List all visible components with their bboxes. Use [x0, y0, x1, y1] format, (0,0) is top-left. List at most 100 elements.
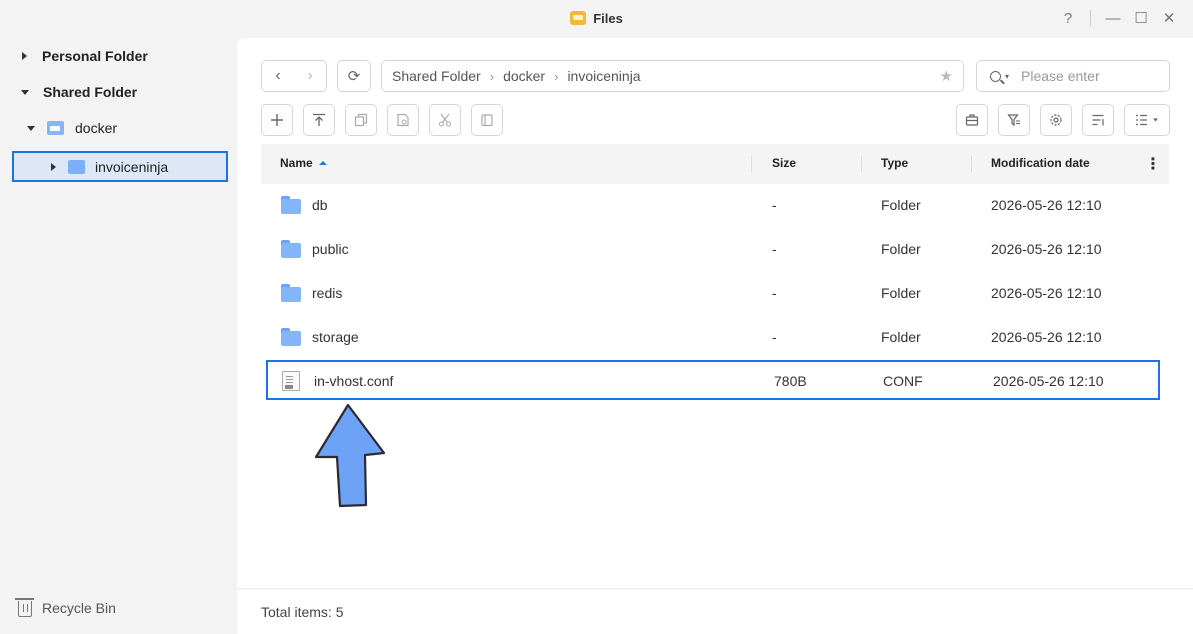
sidebar-item-docker[interactable]: docker	[27, 113, 117, 143]
column-header-name[interactable]: Name	[280, 156, 327, 170]
sort-button[interactable]	[1082, 104, 1114, 136]
breadcrumb-item[interactable]: docker	[503, 68, 545, 84]
sort-ascending-icon	[318, 161, 327, 165]
column-divider[interactable]	[861, 156, 862, 172]
column-header-size[interactable]: Size	[772, 156, 796, 170]
briefcase-icon	[965, 114, 979, 126]
file-size: -	[772, 285, 777, 301]
cut-button[interactable]	[429, 104, 461, 136]
settings-button[interactable]	[1040, 104, 1072, 136]
file-type: Folder	[881, 285, 921, 301]
file-date: 2026-05-26 12:10	[991, 285, 1102, 301]
sidebar-item-label: Personal Folder	[42, 48, 148, 64]
search-icon[interactable]	[990, 70, 1001, 82]
file-date: 2026-05-26 12:10	[993, 373, 1104, 389]
caret-down-icon[interactable]	[21, 89, 29, 95]
copy-button[interactable]	[345, 104, 377, 136]
window-title: Files	[593, 10, 623, 26]
table-row[interactable]: redis - Folder 2026-05-26 12:10	[261, 272, 1169, 316]
refresh-icon: ⟳	[347, 68, 361, 85]
table-row-selected[interactable]: in-vhost.conf 780B CONF 2026-05-26 12:10	[266, 360, 1160, 400]
paste-icon	[481, 114, 493, 127]
window-controls: ? — ☐ ✕	[1056, 8, 1181, 28]
main-panel: ‹ › ⟳ Shared Folder › docker › invoiceni…	[237, 38, 1193, 634]
search-box[interactable]: ▾	[976, 60, 1170, 92]
column-header-type[interactable]: Type	[881, 156, 908, 170]
file-date: 2026-05-26 12:10	[991, 329, 1102, 345]
title-bar: Files ? — ☐ ✕	[0, 0, 1193, 36]
breadcrumb-item[interactable]: invoiceninja	[567, 68, 640, 84]
sidebar-item-label: invoiceninja	[95, 158, 169, 175]
folder-icon	[281, 196, 301, 214]
sort-icon	[1092, 114, 1104, 126]
trash-icon	[15, 598, 34, 617]
arrow-up-icon	[314, 403, 386, 508]
gear-icon	[1050, 114, 1062, 126]
forward-button[interactable]: ›	[294, 67, 326, 85]
column-divider[interactable]	[971, 156, 972, 172]
more-options-icon[interactable]: ⋮	[1145, 154, 1161, 174]
conf-file-icon	[282, 371, 300, 391]
file-name: storage	[312, 329, 359, 345]
docker-folder-icon	[47, 121, 64, 135]
help-icon[interactable]: ?	[1056, 8, 1080, 28]
status-bar: Total items: 5	[237, 588, 1193, 634]
refresh-button[interactable]: ⟳	[337, 60, 371, 92]
caret-right-icon[interactable]	[51, 162, 56, 171]
sidebar-item-shared-folder[interactable]: Shared Folder	[21, 77, 137, 107]
file-type: Folder	[881, 197, 921, 213]
chevron-right-icon: ›	[554, 68, 559, 84]
tools-button[interactable]	[956, 104, 988, 136]
sidebar-item-personal-folder[interactable]: Personal Folder	[22, 41, 148, 71]
back-button[interactable]: ‹	[262, 67, 294, 85]
breadcrumb-item[interactable]: Shared Folder	[392, 68, 481, 84]
file-size: 780B	[774, 373, 807, 389]
dropdown-arrow-icon[interactable]: ▾	[1005, 72, 1009, 81]
file-type: Folder	[881, 329, 921, 345]
divider	[1090, 10, 1091, 26]
sidebar-item-label: docker	[75, 120, 118, 136]
paste-button[interactable]	[471, 104, 503, 136]
copy-icon	[354, 113, 368, 127]
folder-icon	[68, 159, 85, 174]
list-view-icon	[1136, 114, 1158, 126]
close-icon[interactable]: ✕	[1157, 8, 1181, 28]
column-header-modification-date[interactable]: Modification date	[991, 156, 1090, 170]
table-row[interactable]: public - Folder 2026-05-26 12:10	[261, 228, 1169, 272]
upload-icon	[313, 113, 325, 126]
address-bar[interactable]: Shared Folder › docker › invoiceninja ★	[381, 60, 964, 92]
star-icon[interactable]: ★	[940, 67, 953, 85]
plus-icon	[271, 114, 283, 126]
maximize-icon[interactable]: ☐	[1129, 8, 1153, 28]
files-app-icon	[570, 11, 587, 25]
upload-button[interactable]	[303, 104, 335, 136]
move-button[interactable]	[387, 104, 419, 136]
sidebar: Personal Folder Shared Folder docker inv…	[0, 36, 237, 634]
folder-icon	[281, 284, 301, 302]
caret-right-icon[interactable]	[22, 52, 27, 60]
caret-down-icon[interactable]	[27, 125, 35, 131]
column-header-label: Name	[280, 156, 313, 170]
column-divider[interactable]	[751, 156, 752, 172]
file-size: -	[772, 329, 777, 345]
nav-button-group: ‹ ›	[261, 60, 327, 92]
minimize-icon[interactable]: —	[1101, 8, 1125, 28]
filter-button[interactable]	[998, 104, 1030, 136]
create-button[interactable]	[261, 104, 293, 136]
search-input[interactable]	[1021, 68, 1142, 84]
file-size: -	[772, 197, 777, 213]
table-row[interactable]: storage - Folder 2026-05-26 12:10	[261, 316, 1169, 360]
file-date: 2026-05-26 12:10	[991, 241, 1102, 257]
total-items-count: Total items: 5	[261, 603, 344, 620]
view-mode-button[interactable]	[1124, 104, 1170, 136]
recycle-bin-item[interactable]: Recycle Bin	[15, 598, 116, 617]
file-name: redis	[312, 285, 343, 301]
table-row[interactable]: db - Folder 2026-05-26 12:10	[261, 184, 1169, 228]
file-name: db	[312, 197, 328, 213]
filter-icon	[1007, 114, 1020, 127]
sidebar-item-invoiceninja[interactable]: invoiceninja	[12, 151, 228, 182]
move-icon	[397, 113, 409, 127]
file-name: in-vhost.conf	[314, 373, 394, 389]
recycle-bin-label: Recycle Bin	[42, 599, 116, 616]
sidebar-item-label: Shared Folder	[43, 84, 138, 100]
